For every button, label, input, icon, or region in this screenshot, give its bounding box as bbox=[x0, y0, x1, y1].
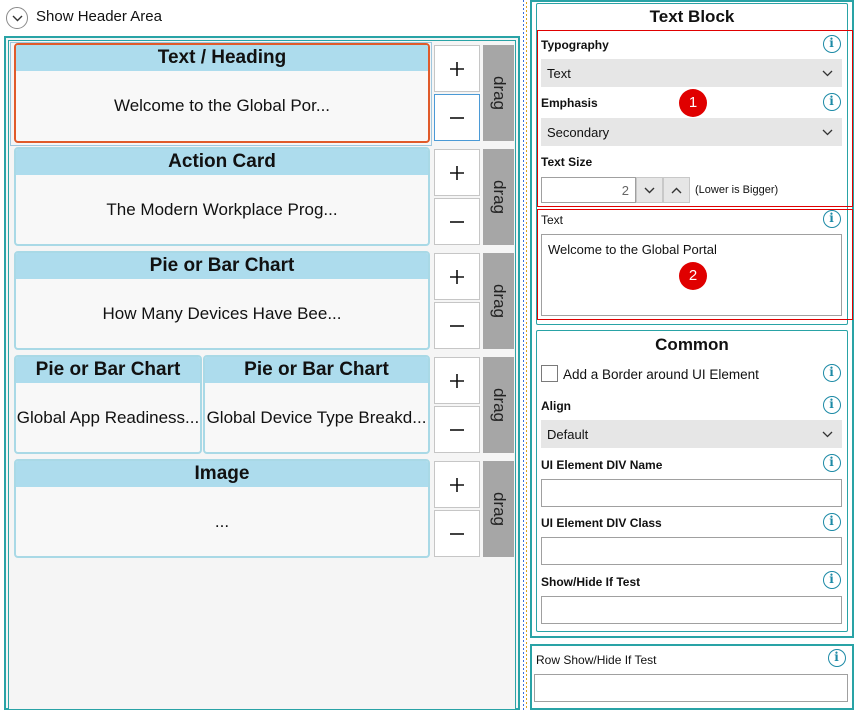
plus-icon bbox=[450, 165, 464, 180]
info-icon[interactable]: i bbox=[823, 35, 841, 53]
layout-card-image[interactable]: Image ... bbox=[14, 459, 430, 558]
align-value: Default bbox=[547, 427, 589, 442]
chevron-down-icon bbox=[644, 187, 655, 193]
row-drag-handle[interactable]: drag bbox=[483, 253, 514, 349]
div-name-label: UI Element DIV Name bbox=[541, 458, 663, 472]
chevron-down-icon bbox=[12, 15, 23, 22]
chevron-down-icon bbox=[822, 129, 833, 136]
row-remove-button[interactable] bbox=[434, 302, 480, 349]
card-preview: Welcome to the Global Por... bbox=[113, 96, 331, 115]
info-icon[interactable]: i bbox=[823, 93, 841, 111]
layout-card-pie-bar-chart-right[interactable]: Pie or Bar Chart Global Device Type Brea… bbox=[203, 355, 430, 454]
row-remove-button[interactable] bbox=[434, 406, 480, 453]
emphasis-label: Emphasis bbox=[541, 96, 598, 110]
border-checkbox[interactable] bbox=[541, 365, 558, 382]
minus-icon bbox=[450, 324, 464, 327]
text-label: Text bbox=[541, 213, 564, 227]
text-size-increment-button[interactable] bbox=[663, 177, 690, 203]
info-icon[interactable]: i bbox=[823, 210, 841, 228]
div-class-label: UI Element DIV Class bbox=[541, 516, 662, 530]
emphasis-value: Secondary bbox=[547, 125, 610, 140]
typography-label: Typography bbox=[541, 38, 609, 52]
plus-icon bbox=[450, 269, 464, 284]
row-add-button[interactable] bbox=[434, 357, 480, 404]
info-icon[interactable]: i bbox=[823, 454, 841, 472]
info-icon[interactable]: i bbox=[823, 571, 841, 589]
card-preview: How Many Devices Have Bee... bbox=[102, 303, 342, 323]
plus-icon bbox=[450, 477, 464, 492]
pane-splitter[interactable] bbox=[522, 0, 528, 710]
drag-label: drag bbox=[489, 283, 509, 319]
expand-toggle-button[interactable] bbox=[6, 7, 28, 29]
card-preview: Global Device Type Breakd... bbox=[206, 407, 427, 427]
callout-badge-1: 1 bbox=[679, 89, 707, 117]
minus-icon bbox=[450, 532, 464, 535]
row-add-button[interactable] bbox=[434, 461, 480, 508]
drag-label: drag bbox=[489, 179, 509, 215]
card-preview: Global App Readiness... bbox=[16, 407, 200, 427]
layout-card-pie-bar-chart[interactable]: Pie or Bar Chart How Many Devices Have B… bbox=[14, 251, 430, 350]
card-title: Image bbox=[16, 461, 428, 487]
card-title: Pie or Bar Chart bbox=[16, 253, 428, 279]
row-add-button[interactable] bbox=[434, 253, 480, 300]
row-drag-handle[interactable]: drag bbox=[483, 461, 514, 557]
layout-card-action-card[interactable]: Action Card The Modern Workplace Prog... bbox=[14, 147, 430, 246]
card-title: Pie or Bar Chart bbox=[205, 357, 428, 383]
row-add-button[interactable] bbox=[434, 45, 480, 92]
row-show-hide-input[interactable] bbox=[534, 674, 848, 702]
text-textarea-value: Welcome to the Global Portal bbox=[548, 242, 717, 257]
typography-select[interactable]: Text bbox=[541, 59, 842, 87]
minus-icon bbox=[450, 116, 464, 119]
text-size-label: Text Size bbox=[541, 155, 593, 169]
emphasis-select[interactable]: Secondary bbox=[541, 118, 842, 146]
card-title: Action Card bbox=[16, 149, 428, 175]
drag-label: drag bbox=[489, 75, 509, 111]
minus-icon bbox=[450, 220, 464, 223]
text-size-decrement-button[interactable] bbox=[636, 177, 663, 203]
align-select[interactable]: Default bbox=[541, 420, 842, 448]
row-drag-handle[interactable]: drag bbox=[483, 357, 514, 453]
text-size-input[interactable]: 2 bbox=[541, 177, 636, 203]
plus-icon bbox=[450, 61, 464, 76]
row-remove-button[interactable] bbox=[434, 94, 480, 141]
layout-card-pie-bar-chart-left[interactable]: Pie or Bar Chart Global App Readiness... bbox=[14, 355, 202, 454]
drag-label: drag bbox=[489, 491, 509, 527]
text-size-hint: (Lower is Bigger) bbox=[695, 184, 779, 196]
show-header-toggle[interactable]: Show Header Area bbox=[0, 0, 520, 34]
text-size-value: 2 bbox=[621, 183, 629, 198]
card-preview: ... bbox=[214, 511, 230, 531]
div-name-input[interactable] bbox=[541, 479, 842, 507]
show-hide-input[interactable] bbox=[541, 596, 842, 624]
row-drag-handle[interactable]: drag bbox=[483, 45, 514, 141]
row-remove-button[interactable] bbox=[434, 510, 480, 557]
typography-value: Text bbox=[547, 66, 571, 81]
border-checkbox-label: Add a Border around UI Element bbox=[563, 367, 759, 382]
row-show-hide-label: Row Show/Hide If Test bbox=[536, 653, 657, 667]
card-title: Text / Heading bbox=[16, 45, 428, 71]
drag-label: drag bbox=[489, 387, 509, 423]
info-icon[interactable]: i bbox=[823, 396, 841, 414]
info-icon[interactable]: i bbox=[823, 364, 841, 382]
show-header-label: Show Header Area bbox=[36, 8, 162, 25]
row-add-button[interactable] bbox=[434, 149, 480, 196]
card-preview: The Modern Workplace Prog... bbox=[106, 199, 338, 219]
text-block-title: Text Block bbox=[649, 7, 735, 26]
info-icon[interactable]: i bbox=[823, 513, 841, 531]
plus-icon bbox=[450, 373, 464, 388]
show-hide-label: Show/Hide If Test bbox=[541, 575, 641, 589]
common-title: Common bbox=[655, 335, 729, 354]
minus-icon bbox=[450, 428, 464, 431]
chevron-down-icon bbox=[822, 431, 833, 438]
layout-card-text-heading[interactable]: Text / Heading Welcome to the Global Por… bbox=[14, 43, 430, 143]
chevron-down-icon bbox=[822, 70, 833, 77]
row-remove-button[interactable] bbox=[434, 198, 480, 245]
info-icon[interactable]: i bbox=[828, 649, 846, 667]
callout-badge-2: 2 bbox=[679, 262, 707, 290]
row-drag-handle[interactable]: drag bbox=[483, 149, 514, 245]
align-label: Align bbox=[541, 399, 571, 413]
card-title: Pie or Bar Chart bbox=[16, 357, 200, 383]
div-class-input[interactable] bbox=[541, 537, 842, 565]
chevron-up-icon bbox=[671, 187, 682, 193]
